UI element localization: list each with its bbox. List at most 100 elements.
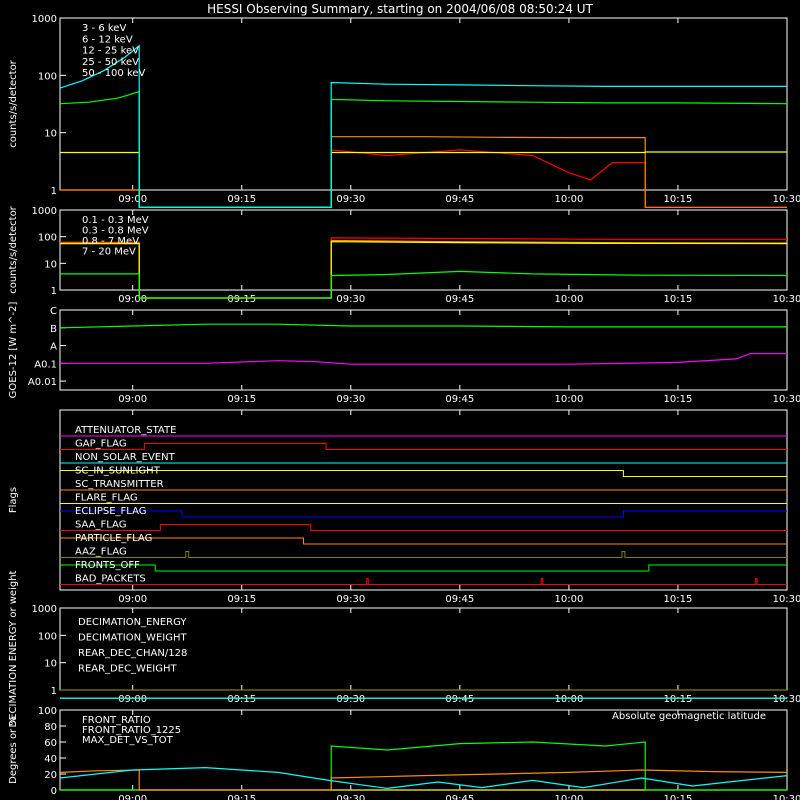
y-tick-label: 10 (44, 259, 57, 270)
x-tick-label: 10:00 (554, 594, 583, 605)
observing-summary-figure: HESSI Observing Summary, starting on 200… (0, 0, 800, 800)
legend-entry: REAR_DEC_WEIGHT (78, 664, 177, 675)
legend-entry: 3 - 6 keV (82, 23, 126, 34)
legend-entry: 25 - 50 keV (82, 57, 139, 68)
x-tick-label: 09:15 (227, 294, 256, 305)
x-tick-label: 09:00 (118, 194, 147, 205)
y-tick-label: 0 (51, 786, 57, 797)
x-tick-label: 09:15 (227, 694, 256, 705)
series-line (59, 323, 787, 329)
y-axis-label: GOES-12 [W m^-2] (8, 302, 19, 399)
y-tick-label: 1000 (32, 604, 57, 615)
x-tick-label: 10:00 (554, 394, 583, 405)
flag-label: SC_IN_SUNLIGHT (75, 466, 161, 477)
y-tick-label: C (50, 306, 57, 317)
x-tick-label: 09:45 (445, 194, 474, 205)
y-tick-label: B (50, 324, 57, 335)
flag-label: SC_TRANSMITTER (75, 479, 164, 490)
x-tick-label: 10:00 (554, 194, 583, 205)
x-tick-label: 10:30 (773, 594, 800, 605)
y-tick-label: 1000 (32, 206, 57, 217)
x-tick-label: 09:45 (445, 594, 474, 605)
y-tick-label: A0.1 (34, 359, 57, 370)
y-tick-label: A0.01 (28, 377, 57, 388)
x-tick-label: 09:30 (336, 794, 365, 800)
x-tick-label: 09:15 (227, 794, 256, 800)
series-line (59, 44, 787, 208)
x-tick-label: 10:30 (773, 794, 800, 800)
flag-label: FLARE_FLAG (75, 493, 138, 504)
legend-entry: 0.1 - 0.3 MeV (82, 215, 149, 226)
flag-trace (60, 470, 787, 477)
x-tick-label: 10:15 (664, 694, 693, 705)
y-tick-label: 40 (44, 754, 57, 765)
y-tick-label: 1 (51, 186, 57, 197)
series-line (60, 741, 787, 791)
flag-label: FRONTS_OFF (75, 560, 140, 571)
flag-trace (60, 443, 787, 450)
legend-entry: 12 - 25 keV (82, 46, 139, 57)
x-tick-label: 09:15 (227, 394, 256, 405)
x-tick-label: 10:15 (664, 194, 693, 205)
legend-entry: 6 - 12 keV (82, 34, 133, 45)
x-tick-label: 09:30 (336, 694, 365, 705)
x-tick-label: 09:00 (118, 294, 147, 305)
x-tick-label: 09:45 (445, 694, 474, 705)
y-tick-label: 100 (38, 706, 57, 717)
x-tick-label: 09:00 (118, 794, 147, 800)
legend-entry: 50 - 100 keV (82, 68, 146, 79)
flag-trace (60, 551, 787, 558)
flag-trace (60, 564, 787, 572)
x-tick-label: 10:30 (773, 394, 800, 405)
y-axis-label: counts/s/detector (8, 205, 19, 293)
legend-entry: 0.3 - 0.8 MeV (82, 226, 149, 237)
flag-label: PARTICLE_FLAG (75, 533, 152, 544)
x-tick-label: 10:30 (773, 294, 800, 305)
x-tick-label: 10:15 (664, 294, 693, 305)
plot-frame (59, 309, 788, 391)
x-tick-label: 10:15 (664, 594, 693, 605)
y-tick-label: 80 (44, 722, 57, 733)
page-title: HESSI Observing Summary, starting on 200… (207, 2, 593, 16)
y-tick-label: 10 (44, 129, 57, 140)
x-tick-label: 09:45 (445, 394, 474, 405)
legend-entry: DECIMATION_ENERGY (78, 617, 187, 628)
legend-entry: REAR_DEC_CHAN/128 (78, 648, 187, 659)
flag-trace (60, 578, 787, 585)
x-tick-label: 10:30 (773, 694, 800, 705)
flag-trace (60, 537, 787, 545)
x-tick-label: 10:15 (664, 794, 693, 800)
y-tick-label: 100 (38, 631, 57, 642)
flag-label: AAZ_FLAG (75, 547, 127, 558)
y-tick-label: 1000 (32, 14, 57, 25)
y-axis-label: Flags (8, 487, 19, 513)
x-tick-label: 09:30 (336, 394, 365, 405)
flag-label: ATTENUATOR_STATE (75, 425, 176, 436)
y-tick-label: 1 (51, 286, 57, 297)
x-tick-label: 09:45 (445, 794, 474, 800)
y-axis-label: counts/s/detector (8, 59, 19, 147)
x-tick-label: 09:15 (227, 194, 256, 205)
plot-frame (59, 409, 788, 591)
flag-label: NON_SOLAR_EVENT (75, 452, 176, 463)
x-tick-label: 09:00 (118, 394, 147, 405)
legend-entry: 7 - 20 MeV (82, 247, 136, 258)
flag-label: BAD_PACKETS (75, 574, 146, 585)
flag-label: SAA_FLAG (75, 520, 126, 531)
y-axis-label: Degrees or % (8, 716, 19, 784)
x-tick-label: 09:30 (336, 294, 365, 305)
x-tick-label: 09:30 (336, 594, 365, 605)
legend-entry: DECIMATION_WEIGHT (78, 633, 187, 644)
y-tick-label: 20 (44, 770, 57, 781)
y-tick-label: 10 (44, 659, 57, 670)
plot-frame (59, 709, 788, 791)
x-tick-label: 10:00 (554, 794, 583, 800)
legend-entry: 0.8 - 7 MeV (82, 236, 139, 247)
x-tick-label: 10:15 (664, 394, 693, 405)
y-axis-label: DECIMATION ENERGY or weight (8, 570, 19, 727)
flag-trace (60, 510, 787, 518)
x-tick-label: 09:30 (336, 194, 365, 205)
flag-trace (60, 524, 787, 531)
y-tick-label: 1 (51, 686, 57, 697)
legend-entry: MAX_DET_VS_TOT (82, 735, 174, 746)
